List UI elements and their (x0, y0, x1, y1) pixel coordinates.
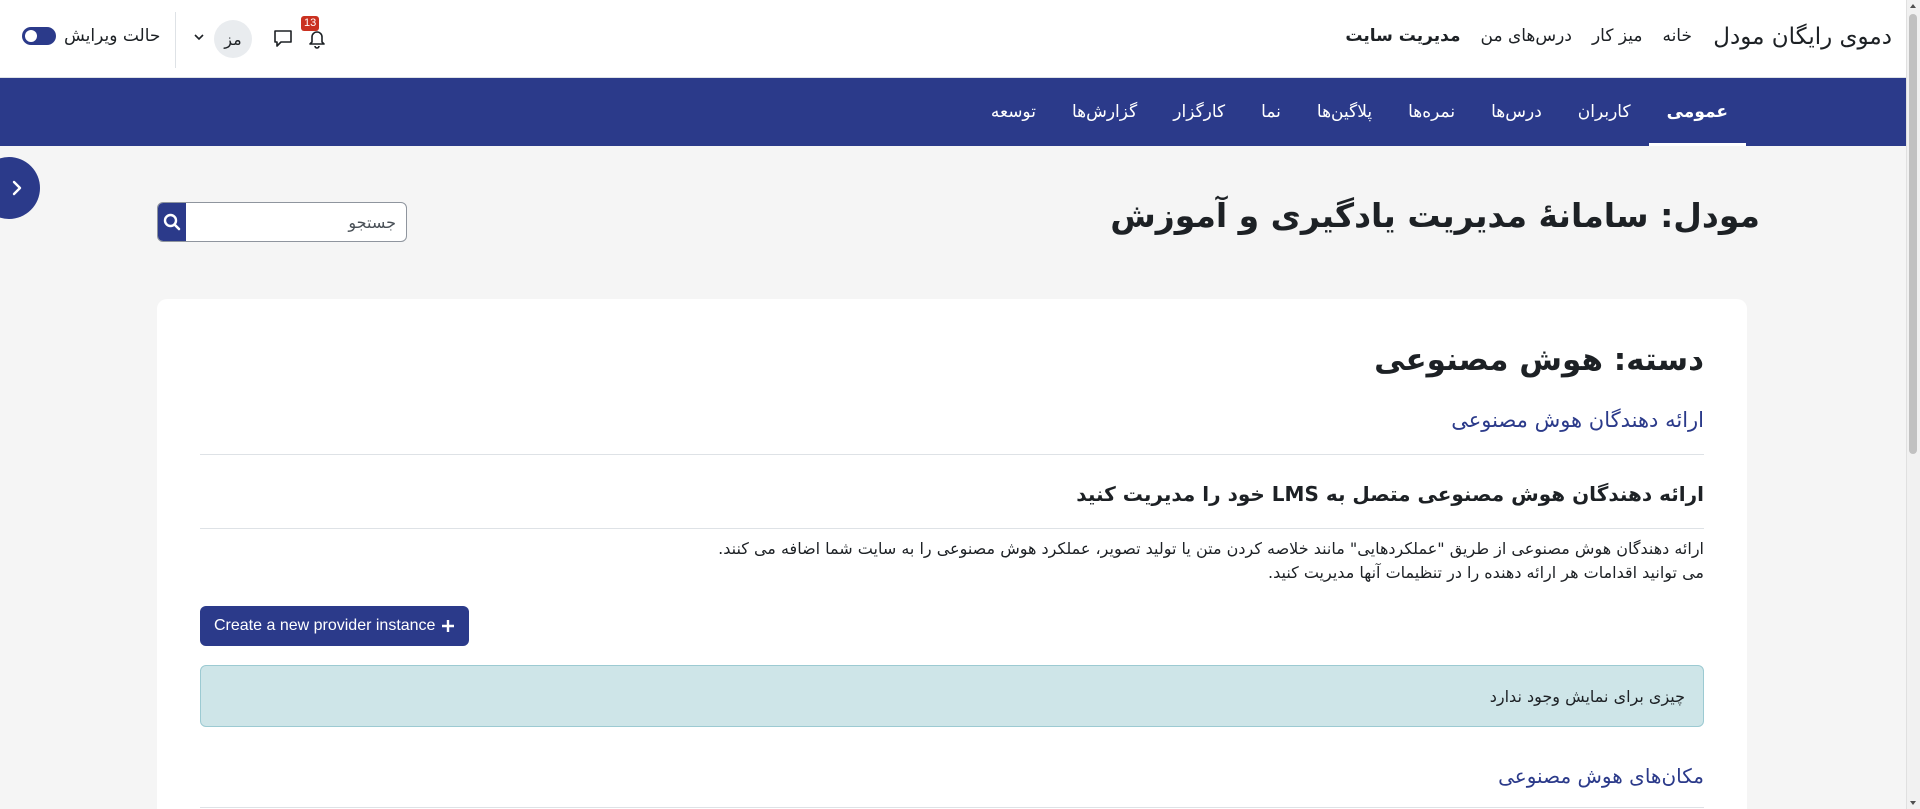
nav-link-site-admin[interactable]: مدیریت سایت (1345, 26, 1460, 46)
page-title: مودل: سامانهٔ مدیریت یادگیری و آموزش (1110, 196, 1760, 235)
top-navbar: دموی رایگان مودل خانه میز کار درس‌های من… (0, 0, 1906, 78)
section-divider (200, 807, 1704, 808)
avatar[interactable]: مز (214, 20, 252, 58)
tab-plugins[interactable]: پلاگین‌ها (1299, 78, 1390, 146)
manage-providers-heading: ارائه دهندگان هوش مصنوعی متصل به LMS خود… (1076, 482, 1704, 506)
tab-server[interactable]: کارگزار (1155, 78, 1243, 146)
tab-reports[interactable]: گزارش‌ها (1054, 78, 1155, 146)
section-divider (200, 528, 1704, 529)
search-button[interactable] (158, 203, 186, 241)
alert-text: چیزی برای نمایش وجود ندارد (1489, 686, 1685, 706)
page-scrollbar[interactable] (1906, 0, 1920, 809)
nav-link-my-courses[interactable]: درس‌های من (1481, 26, 1572, 46)
category-heading: دسته: هوش مصنوعی (1374, 342, 1704, 378)
edit-mode-toggle[interactable] (22, 27, 56, 45)
search-icon (163, 213, 181, 231)
site-brand[interactable]: دموی رایگان مودل (1713, 24, 1892, 50)
user-tools: حالت ویرایش مز 13 (0, 0, 340, 78)
section-divider (200, 454, 1704, 455)
chevron-right-icon (12, 180, 22, 196)
admin-tabs: عمومی کاربران درس‌ها نمره‌ها پلاگین‌ها ن… (973, 78, 1747, 146)
scroll-up-icon[interactable] (1909, 2, 1917, 10)
open-drawer-button[interactable] (0, 157, 40, 219)
ai-placements-link[interactable]: مکان‌های هوش مصنوعی (1498, 764, 1704, 788)
notification-count-badge: 13 (301, 16, 320, 31)
nav-link-dashboard[interactable]: میز کار (1592, 26, 1643, 46)
description-text: می توانید اقدامات هر ارائه دهنده را در ت… (1268, 563, 1704, 582)
edit-mode-label[interactable]: حالت ویرایش (64, 26, 160, 46)
empty-state-alert: چیزی برای نمایش وجود ندارد (200, 665, 1704, 727)
scroll-down-icon[interactable] (1909, 799, 1917, 807)
ai-settings-card: دسته: هوش مصنوعی ارائه دهندگان هوش مصنوع… (157, 299, 1747, 809)
nav-link-home[interactable]: خانه (1662, 26, 1692, 46)
tab-general[interactable]: عمومی (1648, 78, 1747, 146)
ai-providers-link[interactable]: ارائه دهندگان هوش مصنوعی (1451, 408, 1704, 432)
create-provider-label: Create a new provider instance (214, 617, 436, 634)
message-icon[interactable] (272, 27, 294, 49)
tab-development[interactable]: توسعه (973, 78, 1054, 146)
navbar-divider (175, 12, 176, 68)
search-input[interactable] (186, 203, 406, 241)
tab-appearance[interactable]: نما (1243, 78, 1299, 146)
plus-icon (442, 620, 455, 632)
tab-courses[interactable]: درس‌ها (1473, 78, 1560, 146)
tab-users[interactable]: کاربران (1560, 78, 1649, 146)
scrollbar-thumb[interactable] (1909, 14, 1917, 454)
chevron-down-icon[interactable] (192, 30, 206, 44)
admin-search-form (157, 202, 407, 242)
admin-secondary-navigation: عمومی کاربران درس‌ها نمره‌ها پلاگین‌ها ن… (0, 78, 1906, 146)
primary-navigation: خانه میز کار درس‌های من مدیریت سایت (1345, 26, 1692, 46)
tab-grades[interactable]: نمره‌ها (1390, 78, 1473, 146)
description-text: ارائه دهندگان هوش مصنوعی از طریق "عملکرد… (718, 539, 1704, 558)
create-provider-instance-button[interactable]: Create a new provider instance (200, 606, 470, 646)
